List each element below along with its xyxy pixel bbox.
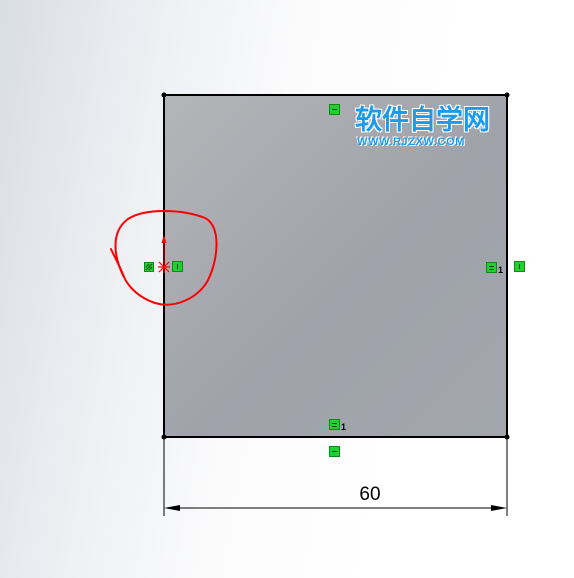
sketch-point-bottom-left[interactable]	[161, 434, 167, 440]
dimension-value[interactable]: 60	[350, 485, 390, 504]
sketch-canvas[interactable]	[0, 0, 574, 578]
dimension-line[interactable]	[164, 505, 507, 511]
horizontal-relation-icon[interactable]	[329, 419, 340, 430]
watermark-chinese-text: 软件自学网	[355, 105, 490, 136]
watermark: 软件自学网 WWW.RJZXW.COM	[355, 105, 507, 149]
relation-index-label: 1	[498, 265, 504, 275]
sketch-point-top-left[interactable]	[161, 92, 167, 98]
watermark-url-text: WWW.RJZXW.COM	[357, 136, 466, 148]
vertical-relation-icon[interactable]	[514, 261, 525, 272]
vertical-relation-icon[interactable]	[172, 261, 183, 272]
horizontal-relation-icon[interactable]	[329, 446, 340, 457]
red-annotation-tail	[110, 248, 125, 278]
horizontal-relation-icon[interactable]	[329, 104, 340, 115]
relation-index-label: 1	[341, 422, 347, 432]
sketch-viewport[interactable]: 1 1 60 软件自学网 WWW.RJZXW.COM	[0, 0, 574, 578]
sketch-point-bottom-right[interactable]	[504, 434, 510, 440]
fixed-point-icon[interactable]	[144, 262, 154, 272]
dimension-arrow-right	[491, 505, 507, 511]
horizontal-relation-icon[interactable]	[486, 262, 497, 273]
sketch-point-top-right[interactable]	[504, 92, 510, 98]
dimension-arrow-left	[164, 505, 180, 511]
